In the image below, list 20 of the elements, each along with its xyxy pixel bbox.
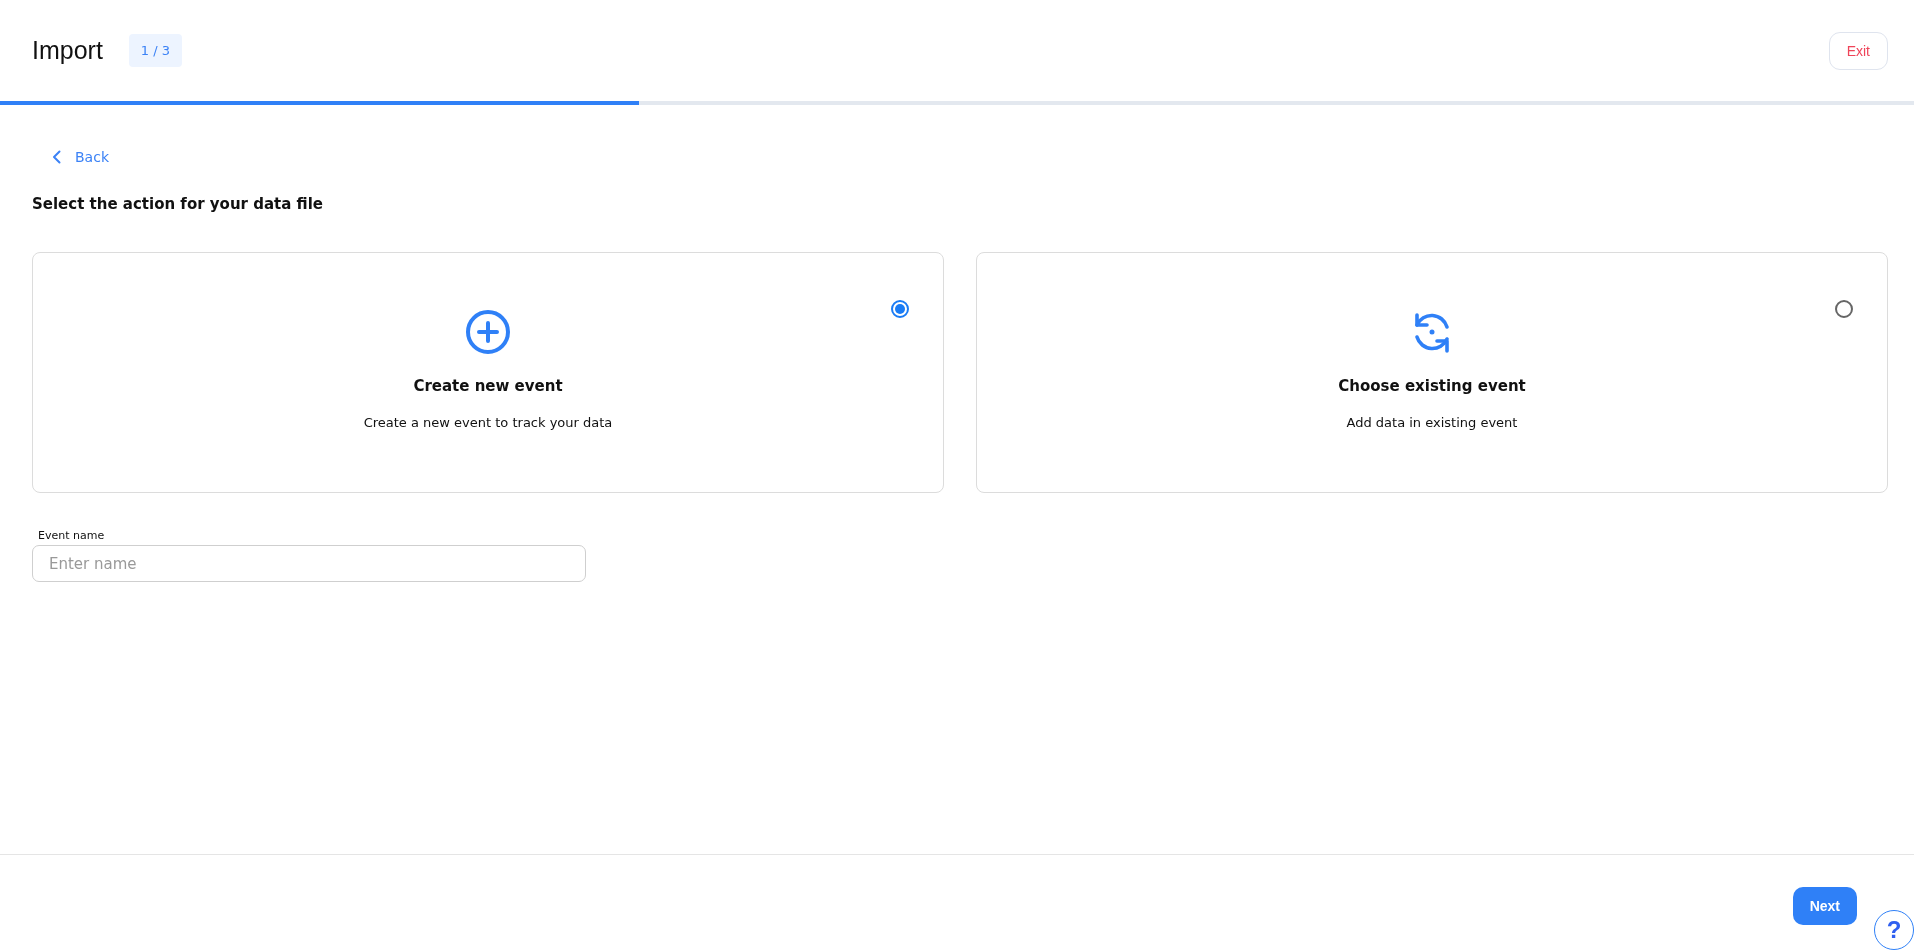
plus-circle-icon [465,309,511,355]
field-label: Event name [38,529,106,542]
page-title: Import [32,36,103,65]
exit-button[interactable]: Exit [1828,31,1888,70]
chevron-left-icon [52,150,61,164]
option-card[interactable]: Choose existing event Add data in existing event [976,252,1888,493]
radio-button[interactable] [891,300,909,318]
back-link[interactable]: Back [52,149,109,165]
option-description: Add data in existing event [1346,415,1518,430]
section-heading: Select the action for your data file [32,195,324,213]
help-button[interactable]: ? [1874,910,1914,950]
back-label: Back [75,149,109,165]
option-title: Create new event [413,377,563,395]
radio-button[interactable] [1835,300,1853,318]
next-button[interactable]: Next [1792,887,1857,925]
option-description: Create a new event to track your data [363,415,613,430]
option-card[interactable]: Create new event Create a new event to track your data [32,252,944,493]
event-name-input[interactable]: Enter name [32,545,586,582]
option-title: Choose existing event [1338,377,1526,395]
step-badge: 1 / 3 [128,34,183,67]
